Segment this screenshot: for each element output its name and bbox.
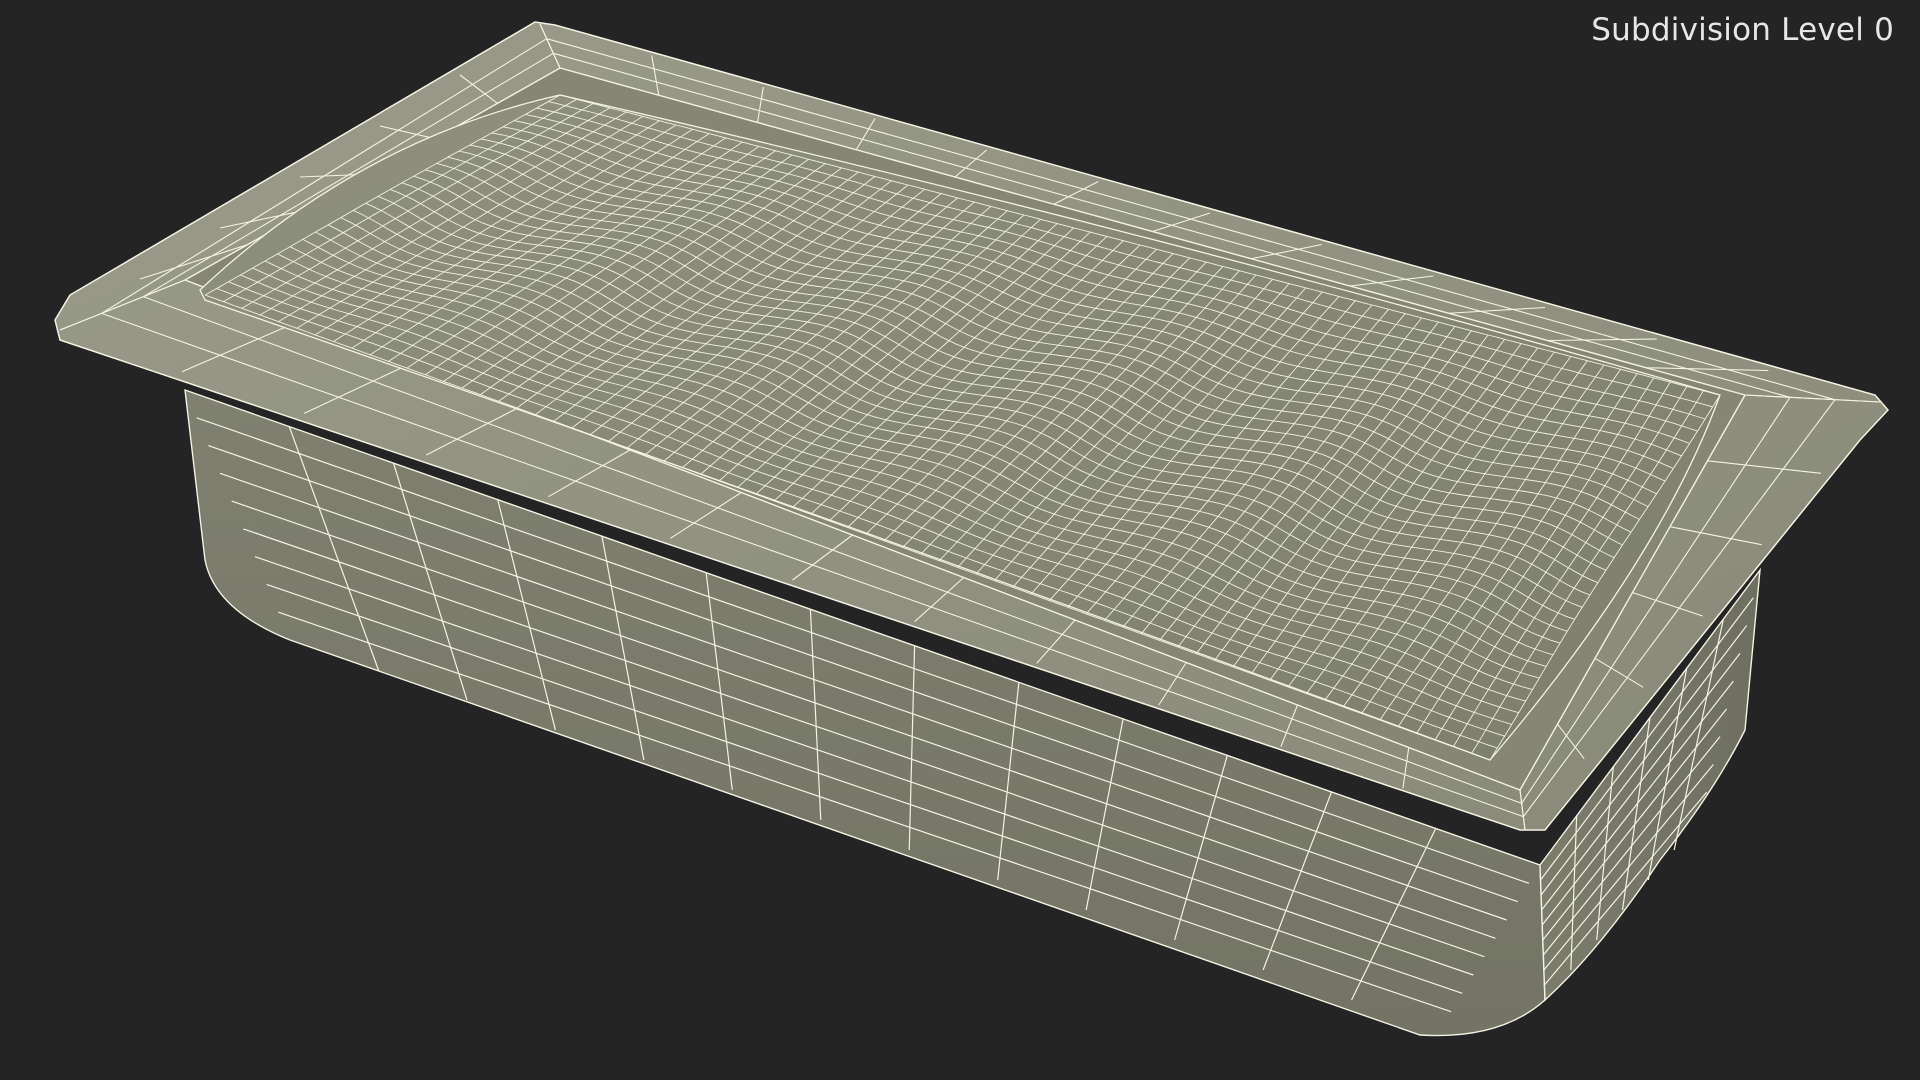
wireframe-tray-model [54, 21, 1890, 1037]
viewport-3d[interactable]: Subdivision Level 0 [0, 0, 1920, 1080]
subdivision-level-label: Subdivision Level 0 [1591, 12, 1894, 48]
